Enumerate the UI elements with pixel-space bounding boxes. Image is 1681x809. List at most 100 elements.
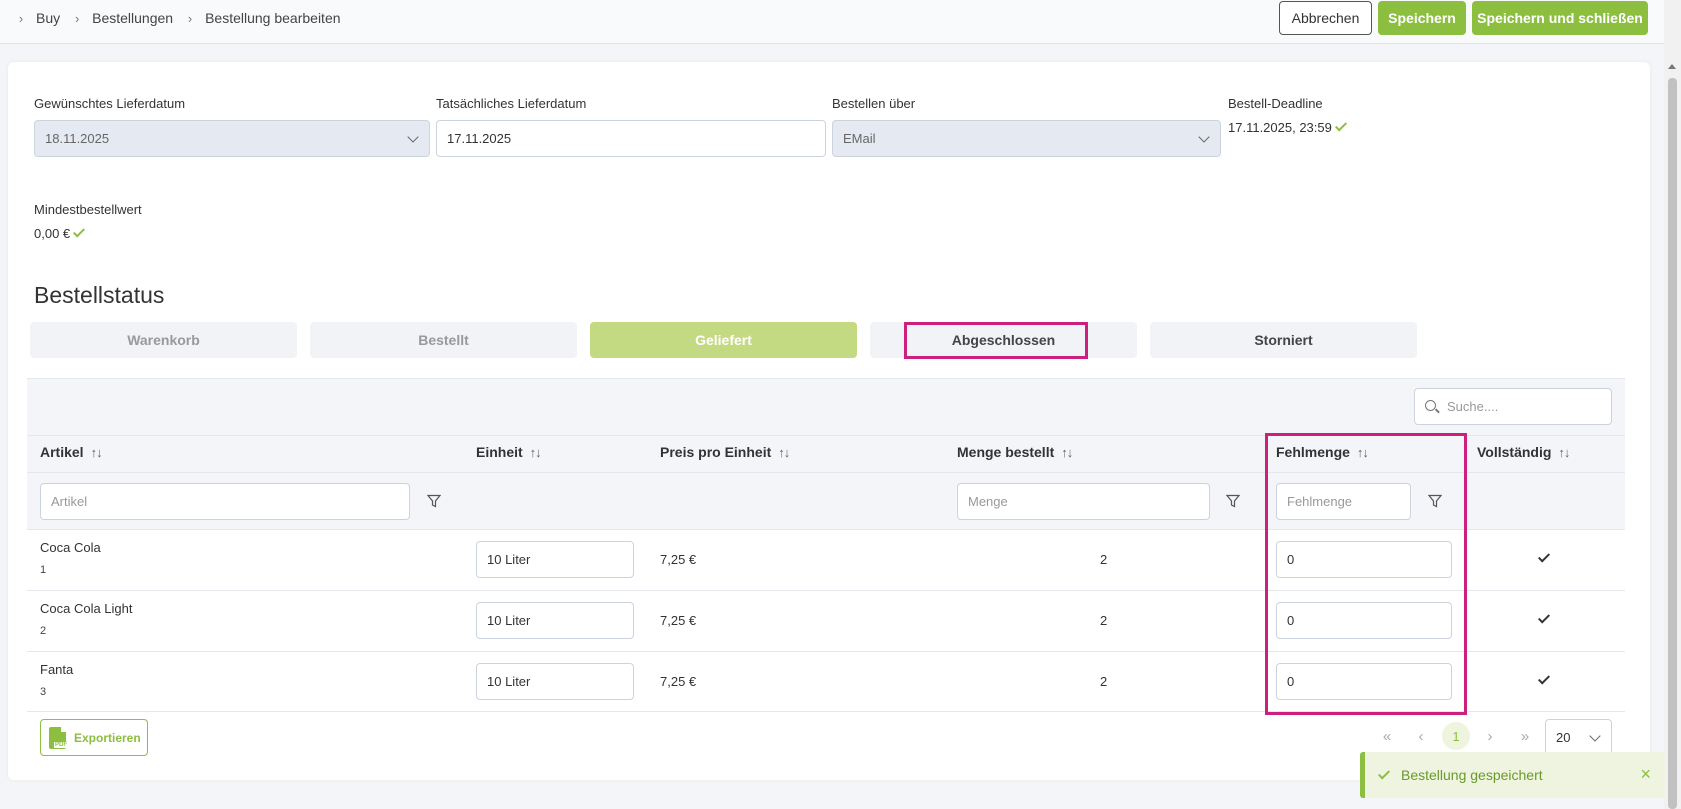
column-artikel-label: Artikel [40,444,84,460]
last-page-icon[interactable]: » [1512,722,1538,750]
row-1-id: 1 [40,564,47,576]
save-button[interactable]: Speichern [1378,1,1466,35]
row-3-qty: 2 [1100,674,1108,689]
actual-date-input[interactable]: 17.11.2025 [436,120,826,157]
column-artikel[interactable]: Artikel ↑↓ [40,444,103,460]
chevron-down-icon [407,131,419,143]
artikel-filter-input[interactable]: Artikel [40,483,410,520]
row-2-unit-input[interactable]: 10 Liter [476,602,634,639]
search-icon [1425,400,1436,411]
sort-icon[interactable]: ↑↓ [1558,445,1570,460]
row-2-name: Coca Cola Light [40,601,133,616]
export-pdf-button[interactable]: PDF Exportieren [40,719,148,756]
table-header-row [27,435,1625,473]
next-page-icon[interactable]: › [1477,722,1503,750]
top-bar: › Buy › Bestellungen › Bestellung bearbe… [0,0,1664,44]
min-value-wrap: 0,00 € [34,225,86,241]
row-3-unit-input[interactable]: 10 Liter [476,663,634,700]
row-1-qty: 2 [1100,552,1108,567]
row-2-qty: 2 [1100,613,1108,628]
row-1-missing-input[interactable]: 0 [1276,541,1452,578]
row-1-unit-input[interactable]: 10 Liter [476,541,634,578]
cancel-button[interactable]: Abbrechen [1279,1,1372,35]
status-section-title: Bestellstatus [34,282,165,308]
order-via-label: Bestellen über [832,96,916,111]
actual-date-value: 17.11.2025 [447,131,512,146]
column-menge-label: Menge bestellt [957,444,1055,460]
sort-icon[interactable]: ↑↓ [1357,445,1369,460]
sort-icon[interactable]: ↑↓ [530,445,542,460]
row-divider [27,651,1625,652]
chevron-down-icon [1198,131,1210,143]
prev-page-icon[interactable]: ‹ [1408,722,1434,750]
breadcrumb-current: Bestellung bearbeiten [205,10,341,26]
deadline-label: Bestell-Deadline [1228,96,1323,111]
desired-date-value: 18.11.2025 [45,131,110,146]
pdf-icon: PDF [49,726,68,749]
fehlmenge-filter-input[interactable]: Fehlmenge [1276,483,1411,520]
status-tab-geliefert[interactable]: Geliefert [590,322,857,358]
menge-filter-input[interactable]: Menge [957,483,1210,520]
column-fehlmenge[interactable]: Fehlmenge ↑↓ [1276,444,1369,460]
column-einheit-label: Einheit [476,444,523,460]
row-1-price: 7,25 € [660,552,697,567]
check-icon [1377,766,1391,780]
row-divider [27,590,1625,591]
row-3-missing-input[interactable]: 0 [1276,663,1452,700]
page-1-button[interactable]: 1 [1442,722,1470,750]
row-1-name: Coca Cola [40,540,101,555]
min-value-value: 0,00 € [34,226,71,241]
pdf-badge: PDF [54,741,68,748]
page-size-select[interactable]: 20 [1545,719,1612,756]
row-2-price: 7,25 € [660,613,697,628]
deadline-value-wrap: 17.11.2025, 23:59 [1228,119,1347,135]
actual-date-label: Tatsächliches Lieferdatum [436,96,587,111]
status-tab-warenkorb[interactable]: Warenkorb [30,322,297,358]
scrollbar-thumb[interactable] [1668,78,1677,809]
chevron-right-icon: › [187,10,193,26]
order-via-select[interactable]: EMail [832,120,1221,157]
first-page-icon[interactable]: « [1374,722,1400,750]
deadline-value: 17.11.2025, 23:59 [1228,120,1332,135]
desired-date-label: Gewünschtes Lieferdatum [34,96,186,111]
search-input[interactable]: Suche.... [1414,388,1612,425]
column-vollstaendig-label: Vollständig [1477,444,1552,460]
column-vollstaendig[interactable]: Vollständig ↑↓ [1477,444,1570,460]
save-and-close-button[interactable]: Speichern und schließen [1472,1,1648,35]
table-toolbar [27,378,1625,435]
filter-icon[interactable] [1226,494,1240,508]
row-2-id: 2 [40,625,47,637]
column-menge[interactable]: Menge bestellt ↑↓ [957,444,1073,460]
row-3-name: Fanta [40,662,74,677]
row-3-id: 3 [40,686,47,698]
sort-icon[interactable]: ↑↓ [778,445,790,460]
breadcrumb-buy[interactable]: Buy [36,10,60,26]
page-scrollbar[interactable] [1664,0,1681,809]
row-2-missing-input[interactable]: 0 [1276,602,1452,639]
column-einheit[interactable]: Einheit ↑↓ [476,444,542,460]
chevron-down-icon [1589,730,1601,742]
row-3-price: 7,25 € [660,674,697,689]
desired-date-select[interactable]: 18.11.2025 [34,120,430,157]
scroll-up-arrow-icon[interactable] [1668,64,1676,69]
column-fehlmenge-label: Fehlmenge [1276,444,1350,460]
breadcrumb: › Buy › Bestellungen › Bestellung bearbe… [14,10,351,26]
status-tab-abgeschlossen[interactable]: Abgeschlossen [870,322,1137,358]
breadcrumb-bestellungen[interactable]: Bestellungen [92,10,173,26]
filter-icon[interactable] [427,494,441,508]
order-via-value: EMail [843,131,876,146]
toast-notification: Bestellung gespeichert × [1360,752,1665,798]
sort-icon[interactable]: ↑↓ [91,445,103,460]
column-preis-label: Preis pro Einheit [660,444,772,460]
close-icon[interactable]: × [1640,764,1651,785]
min-value-label: Mindestbestellwert [34,202,142,217]
sort-icon[interactable]: ↑↓ [1061,445,1073,460]
filter-icon[interactable] [1428,494,1442,508]
row-divider [27,711,1625,712]
status-tab-storniert[interactable]: Storniert [1150,322,1417,358]
export-label: Exportieren [74,730,141,745]
status-tab-bestellt[interactable]: Bestellt [310,322,577,358]
toast-message: Bestellung gespeichert [1401,767,1543,783]
page-size-value: 20 [1556,730,1571,745]
column-preis[interactable]: Preis pro Einheit ↑↓ [660,444,790,460]
